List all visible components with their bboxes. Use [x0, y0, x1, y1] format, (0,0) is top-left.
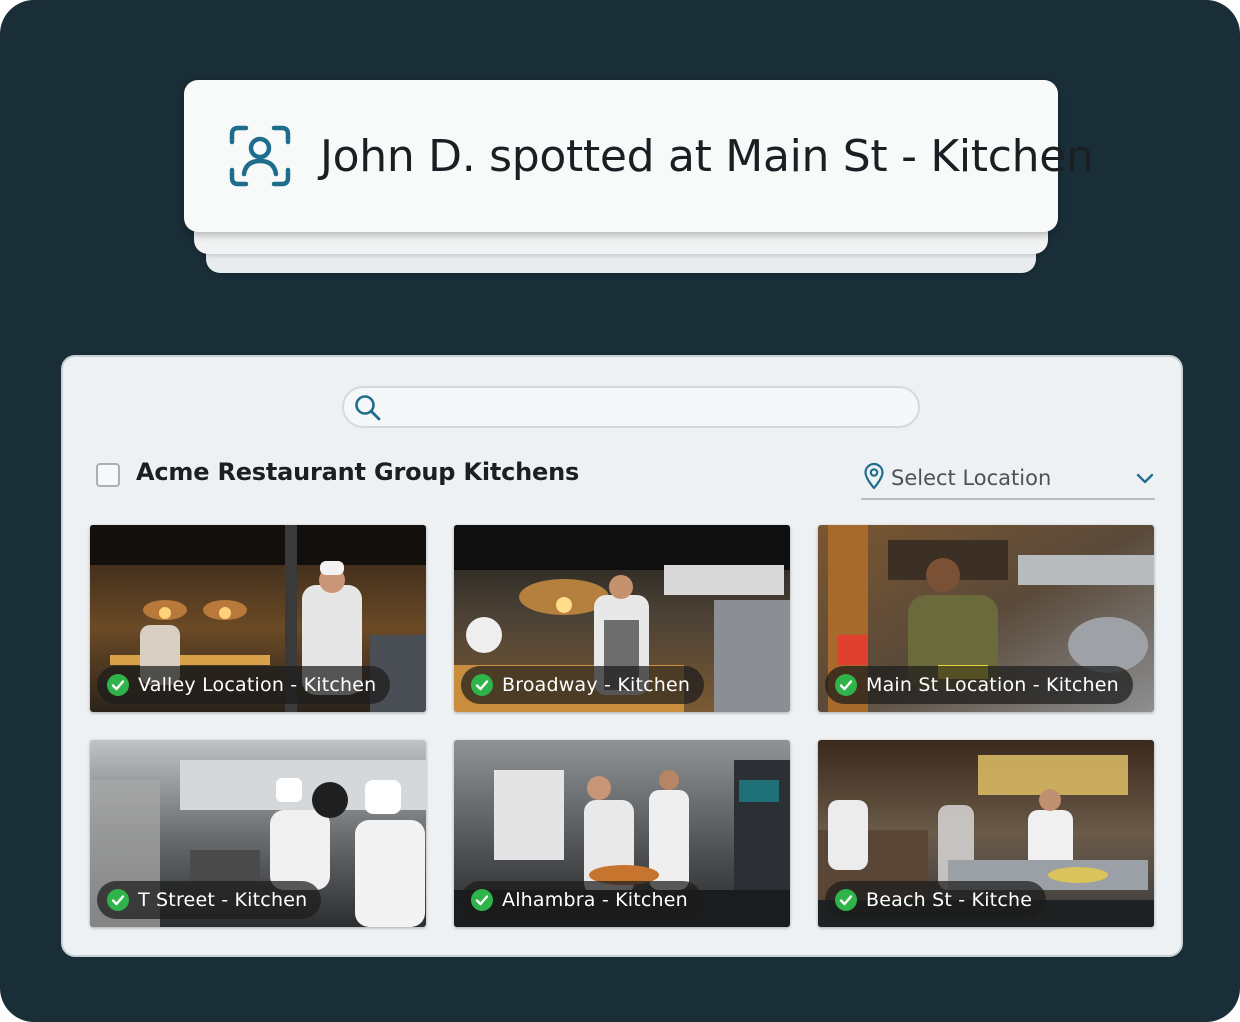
chevron-down-icon	[1136, 473, 1154, 484]
camera-label: Alhambra - Kitchen	[502, 889, 688, 911]
camera-label-pill: Broadway - Kitchen	[461, 666, 705, 704]
camera-label-pill: Valley Location - Kitchen	[97, 666, 391, 704]
face-scan-icon	[229, 125, 291, 187]
check-circle-icon	[835, 674, 857, 696]
search-icon	[355, 395, 381, 421]
location-select-label: Select Location	[891, 466, 1052, 490]
location-dropdown[interactable]: Select Location	[861, 460, 1155, 500]
camera-label: Broadway - Kitchen	[502, 674, 691, 696]
check-circle-icon	[471, 674, 493, 696]
camera-label: T Street - Kitchen	[138, 889, 308, 911]
notification-message: John D. spotted at Main St - Kitchen	[320, 130, 1094, 182]
app-frame: John D. spotted at Main St - Kitchen Acm…	[0, 0, 1240, 1022]
select-all-checkbox[interactable]	[96, 463, 120, 487]
camera-label-pill: Alhambra - Kitchen	[461, 881, 702, 919]
camera-label: Beach St - Kitche	[866, 889, 1033, 911]
check-circle-icon	[107, 674, 129, 696]
group-title: Acme Restaurant Group Kitchens	[136, 458, 580, 486]
camera-tile[interactable]: Main St Location - Kitchen	[818, 525, 1154, 712]
check-circle-icon	[107, 889, 129, 911]
camera-label-pill: Main St Location - Kitchen	[825, 666, 1133, 704]
camera-tile[interactable]: Broadway - Kitchen	[454, 525, 790, 712]
camera-label: Valley Location - Kitchen	[138, 674, 377, 696]
search-input[interactable]	[392, 392, 906, 424]
search-bar[interactable]	[342, 386, 920, 428]
camera-label-pill: T Street - Kitchen	[97, 881, 322, 919]
camera-label: Main St Location - Kitchen	[866, 674, 1119, 696]
location-pin-icon	[864, 462, 884, 490]
camera-tile[interactable]: Valley Location - Kitchen	[90, 525, 426, 712]
check-circle-icon	[471, 889, 493, 911]
camera-label-pill: Beach St - Kitche	[825, 881, 1047, 919]
camera-panel: Acme Restaurant Group Kitchens Select Lo…	[61, 355, 1183, 957]
camera-tile[interactable]: T Street - Kitchen	[90, 740, 426, 927]
detection-notification[interactable]: John D. spotted at Main St - Kitchen	[184, 80, 1094, 232]
camera-tile[interactable]: Alhambra - Kitchen	[454, 740, 790, 927]
check-circle-icon	[835, 889, 857, 911]
camera-tile[interactable]: Beach St - Kitche	[818, 740, 1154, 927]
